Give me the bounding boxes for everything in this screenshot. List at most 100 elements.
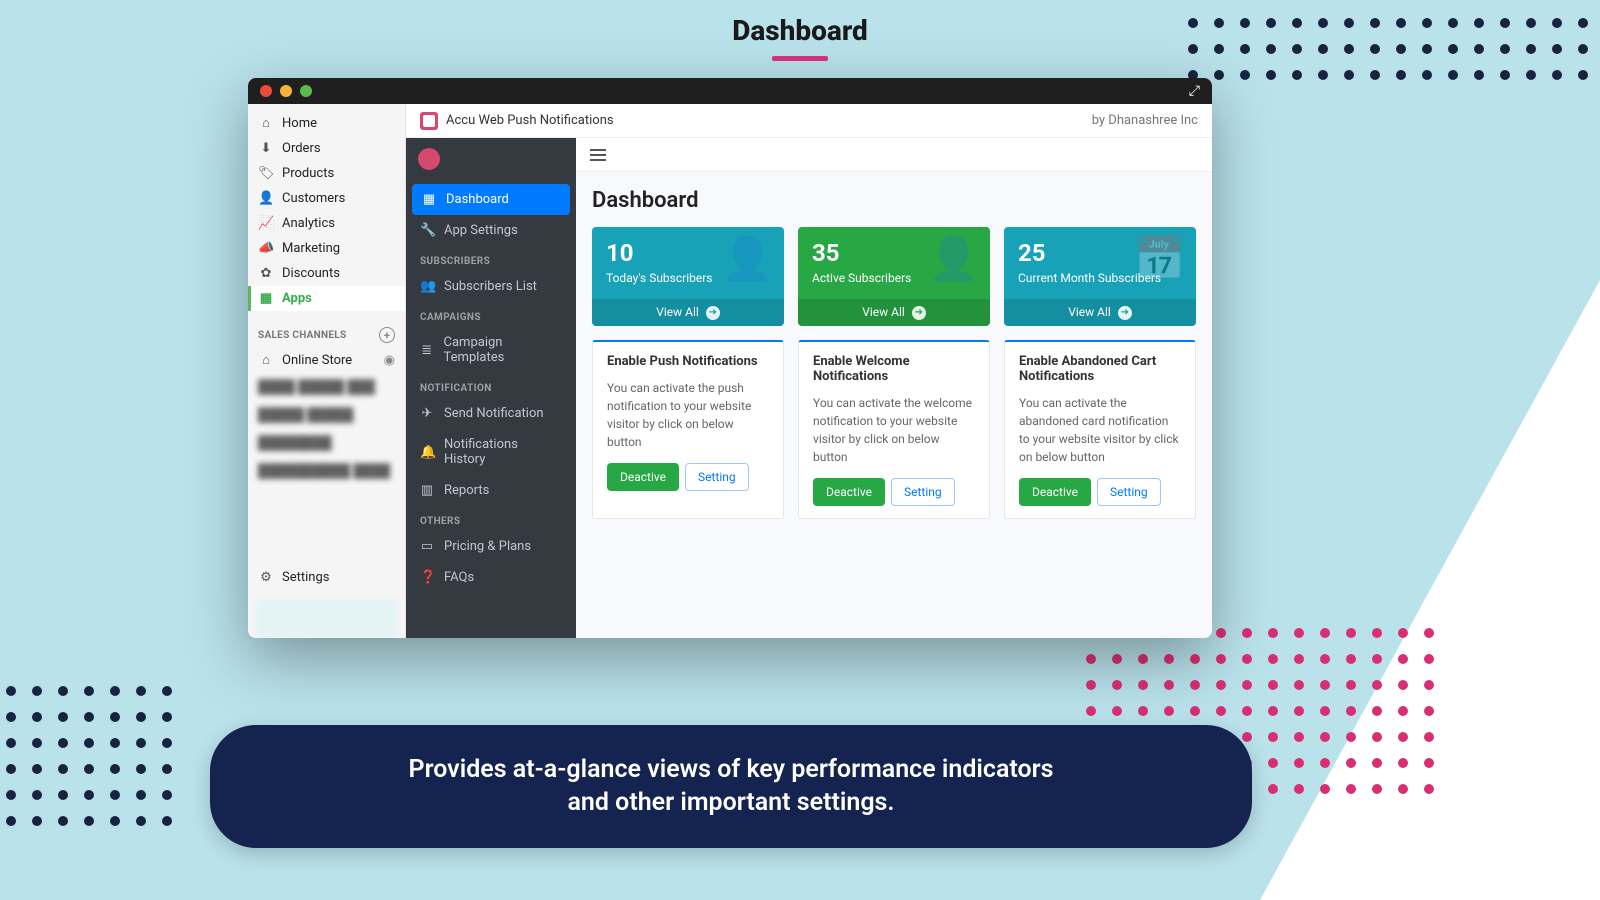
sidebar-item-label: Discounts xyxy=(282,266,340,281)
hero-underline xyxy=(772,56,828,61)
card-description: You can activate the push notification t… xyxy=(607,379,769,451)
sidebar-item-settings[interactable]: ⚙ Settings xyxy=(248,565,405,590)
blurred-channel-4: ██████████ ████ xyxy=(248,457,405,485)
stat-view-all[interactable]: View All ➜ xyxy=(592,299,784,326)
sidebar-item-products[interactable]: 🏷Products xyxy=(248,161,405,186)
nav-label: Pricing & Plans xyxy=(444,539,531,554)
stat-card-0: 10Today's Subscribers👤View All ➜ xyxy=(592,227,784,326)
app-header: Accu Web Push Notifications by Dhanashre… xyxy=(406,104,1212,138)
sidebar-item-label: Online Store xyxy=(282,353,376,368)
discounts-icon: ✿ xyxy=(258,266,274,281)
nav-label: Send Notification xyxy=(444,406,544,421)
nav-label: Subscribers List xyxy=(444,279,537,294)
card-description: You can activate the welcome notificatio… xyxy=(813,394,975,466)
feature-card-0: Enable Push Notifications You can activat… xyxy=(592,340,784,519)
window-expand-icon[interactable]: ⤢ xyxy=(1189,83,1200,99)
apps-icon: ▦ xyxy=(258,291,274,306)
customers-icon: 👤 xyxy=(258,191,274,206)
send-icon: ✈ xyxy=(420,406,434,421)
app-sidebar-logo xyxy=(406,138,576,184)
sidebar-item-label: Apps xyxy=(282,291,312,306)
blurred-footer-badge xyxy=(256,598,397,638)
orders-icon: ⬇ xyxy=(258,141,274,156)
sidebar-item-label: Settings xyxy=(282,570,329,585)
blurred-channel-3: ████████ xyxy=(248,429,405,457)
sidebar-item-online-store[interactable]: ⌂ Online Store ◉ xyxy=(248,347,405,373)
arrow-right-icon: ➜ xyxy=(1118,306,1132,320)
view-store-icon[interactable]: ◉ xyxy=(384,353,395,368)
caption-line-2: and other important settings. xyxy=(250,786,1212,820)
grid-icon: ▦ xyxy=(422,192,436,207)
nav-dashboard[interactable]: ▦ Dashboard xyxy=(412,184,570,215)
analytics-icon: 📈 xyxy=(258,216,274,231)
hero-title: Dashboard xyxy=(0,14,1600,47)
card-description: You can activate the abandoned card noti… xyxy=(1019,394,1181,466)
feature-card-2: Enable Abandoned Cart Notifications You c… xyxy=(1004,340,1196,519)
stat-bg-icon: 👤 xyxy=(722,235,774,284)
app-logo-icon xyxy=(420,112,438,130)
wrench-icon: 🔧 xyxy=(420,223,434,238)
stat-bg-icon: 👤 xyxy=(928,235,980,284)
page-title: Dashboard xyxy=(592,188,1196,213)
sidebar-item-label: Marketing xyxy=(282,241,340,256)
stat-view-all[interactable]: View All ➜ xyxy=(1004,299,1196,326)
deactive-button[interactable]: Deactive xyxy=(1019,478,1091,506)
sidebar-item-customers[interactable]: 👤 Customers xyxy=(248,186,405,211)
setting-button[interactable]: Setting xyxy=(1097,478,1161,506)
window-zoom-icon[interactable] xyxy=(300,85,312,97)
blurred-channel-1: ████ █████ ███ xyxy=(248,373,405,401)
nav-notifications-history[interactable]: 🔔 Notifications History xyxy=(406,429,576,475)
nav-label: Reports xyxy=(444,483,489,498)
nav-campaign-templates[interactable]: ≣ Campaign Templates xyxy=(406,327,576,373)
deactive-button[interactable]: Deactive xyxy=(813,478,885,506)
nav-label: Campaign Templates xyxy=(444,335,562,365)
nav-label: Notifications History xyxy=(444,437,562,467)
stat-card-2: 25Current Month Subscribers📅View All ➜ xyxy=(1004,227,1196,326)
store-icon: ⌂ xyxy=(258,352,274,368)
nav-reports[interactable]: ▥ Reports xyxy=(406,475,576,506)
setting-button[interactable]: Setting xyxy=(891,478,955,506)
card-title: Enable Abandoned Cart Notifications xyxy=(1019,354,1181,384)
nav-pricing[interactable]: ▭ Pricing & Plans xyxy=(406,531,576,562)
app-vendor: by Dhanashree Inc xyxy=(1092,113,1198,128)
main-content: Dashboard 10Today's Subscribers👤View All… xyxy=(576,138,1212,638)
nav-section-others: OTHERS xyxy=(406,506,576,531)
card-title: Enable Welcome Notifications xyxy=(813,354,975,384)
sidebar-item-marketing[interactable]: 📣 Marketing xyxy=(248,236,405,261)
nav-app-settings[interactable]: 🔧 App Settings xyxy=(406,215,576,246)
nav-section-notification: NOTIFICATION xyxy=(406,373,576,398)
sidebar-item-apps[interactable]: ▦ Apps xyxy=(248,286,405,311)
sidebar-item-label: Home xyxy=(282,116,317,131)
hamburger-icon[interactable] xyxy=(590,149,606,161)
window-minimize-icon[interactable] xyxy=(280,85,292,97)
nav-send-notification[interactable]: ✈ Send Notification xyxy=(406,398,576,429)
card-title: Enable Push Notifications xyxy=(607,354,769,369)
nav-subscribers-list[interactable]: 👥 Subscribers List xyxy=(406,271,576,302)
add-channel-icon[interactable]: + xyxy=(379,327,395,343)
stat-view-all[interactable]: View All ➜ xyxy=(798,299,990,326)
blurred-channel-2: █████ █████ xyxy=(248,401,405,429)
nav-section-campaigns: CAMPAIGNS xyxy=(406,302,576,327)
sidebar-item-home[interactable]: ⌂Home xyxy=(248,110,405,136)
users-icon: 👥 xyxy=(420,279,434,294)
caption-banner: Provides at-a-glance views of key perfor… xyxy=(210,725,1252,849)
chart-icon: ▥ xyxy=(420,483,434,498)
sidebar-item-orders[interactable]: ⬇Orders xyxy=(248,136,405,161)
feature-card-1: Enable Welcome Notifications You can acti… xyxy=(798,340,990,519)
setting-button[interactable]: Setting xyxy=(685,463,749,491)
sidebar-item-discounts[interactable]: ✿ Discounts xyxy=(248,261,405,286)
browser-window: ⤢ ⌂Home⬇Orders🏷Products👤Customers📈Analyt… xyxy=(248,78,1212,638)
card-icon: ▭ xyxy=(420,539,434,554)
nav-faqs[interactable]: ❓ FAQs xyxy=(406,562,576,593)
marketing-icon: 📣 xyxy=(258,241,274,256)
sidebar-item-analytics[interactable]: 📈Analytics xyxy=(248,211,405,236)
sidebar-item-label: Customers xyxy=(282,191,345,206)
app-sidebar: ▦ Dashboard 🔧 App Settings SUBSCRIBERS 👥… xyxy=(406,138,576,638)
bell-icon: 🔔 xyxy=(420,445,434,460)
deactive-button[interactable]: Deactive xyxy=(607,463,679,491)
window-close-icon[interactable] xyxy=(260,85,272,97)
arrow-right-icon: ➜ xyxy=(912,306,926,320)
stat-card-1: 35Active Subscribers👤View All ➜ xyxy=(798,227,990,326)
help-icon: ❓ xyxy=(420,570,434,585)
arrow-right-icon: ➜ xyxy=(706,306,720,320)
